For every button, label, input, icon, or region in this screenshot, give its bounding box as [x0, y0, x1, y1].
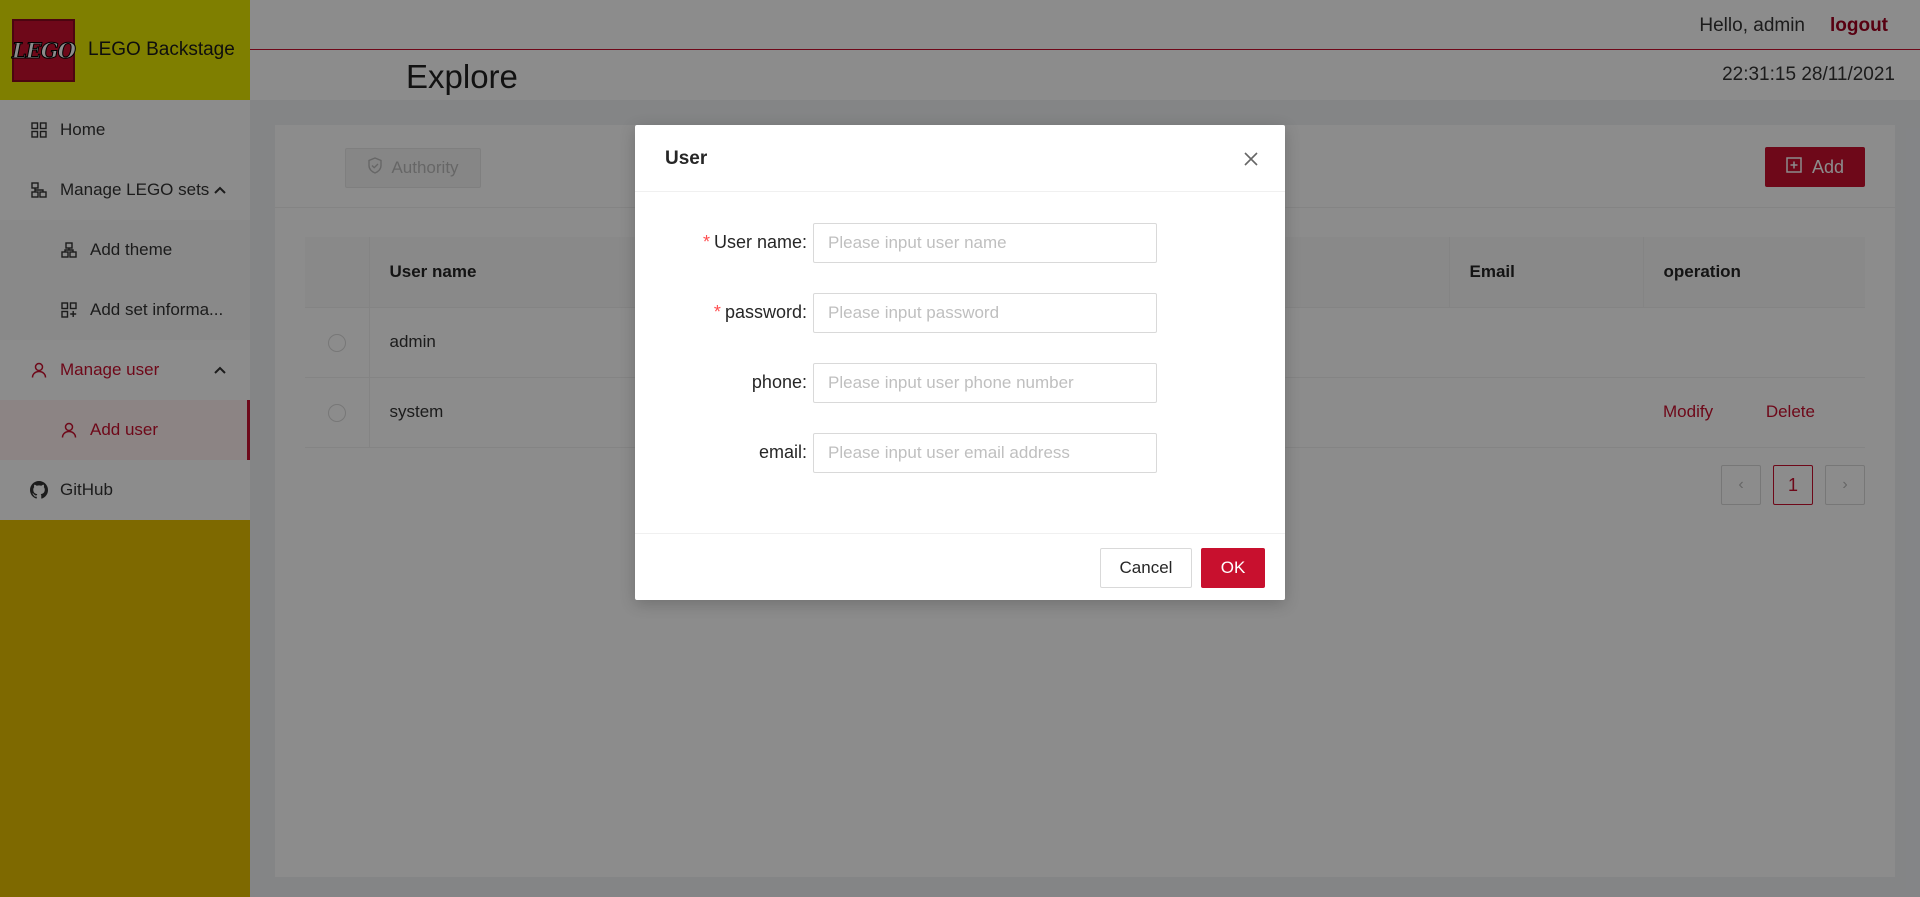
email-label: email: [758, 442, 807, 462]
modal-header: User [635, 125, 1285, 192]
form-row-username: * User name: [635, 223, 1285, 263]
form-row-phone: phone: [635, 363, 1285, 403]
ok-button[interactable]: OK [1201, 548, 1265, 588]
user-modal: User *User name: *password: phone: email… [635, 125, 1285, 600]
phone-input[interactable] [813, 363, 1157, 403]
modal-footer: Cancel OK [635, 533, 1285, 600]
username-label: * User name: [702, 232, 807, 252]
email-input[interactable] [813, 433, 1157, 473]
required-marker: * [702, 232, 710, 252]
close-icon[interactable] [1239, 147, 1263, 171]
phone-label: phone: [751, 372, 807, 392]
modal-title: User [665, 148, 708, 169]
form-row-password: * password: [635, 293, 1285, 333]
username-input[interactable] [813, 223, 1157, 263]
password-input[interactable] [813, 293, 1157, 333]
password-label: * password: [713, 302, 807, 322]
form-row-email: email: [635, 433, 1285, 473]
required-marker: * [713, 302, 721, 322]
cancel-button[interactable]: Cancel [1100, 548, 1192, 588]
